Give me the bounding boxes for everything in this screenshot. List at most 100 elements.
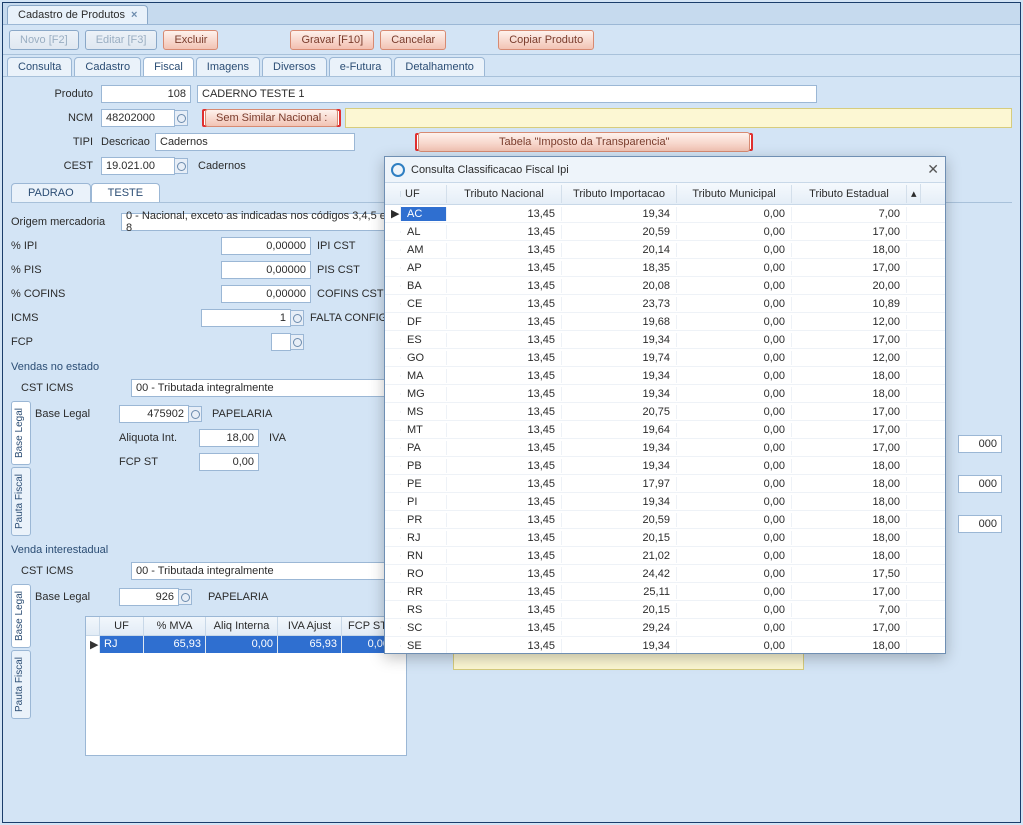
- inner-tab-padrao[interactable]: PADRAO: [11, 183, 91, 202]
- grid-col-nac[interactable]: Tributo Nacional: [447, 185, 562, 203]
- cest-lookup-icon[interactable]: [174, 158, 188, 174]
- sem-similar-button[interactable]: Sem Similar Nacional :: [205, 109, 338, 127]
- editar-button[interactable]: Editar [F3]: [85, 30, 158, 50]
- subtab-diversos[interactable]: Diversos: [262, 57, 327, 76]
- window-tab-cadastro-produtos[interactable]: Cadastro de Produtos ×: [7, 5, 148, 24]
- grid-cell: AL: [401, 225, 447, 239]
- icms-lookup-icon[interactable]: [290, 310, 304, 326]
- record-subtabs: Consulta Cadastro Fiscal Imagens Diverso…: [3, 55, 1020, 77]
- grid-cell: 13,45: [447, 387, 562, 401]
- grid-cell: 24,42: [562, 567, 677, 581]
- modal-titlebar[interactable]: Consulta Classificacao Fiscal Ipi ✕: [385, 157, 945, 183]
- subtab-efutura[interactable]: e-Futura: [329, 57, 393, 76]
- grid-row[interactable]: SC13,4529,240,0017,00: [385, 619, 945, 637]
- vi-uf-table[interactable]: UF % MVA Aliq Interna IVA Ajust FCP ST ▶…: [85, 616, 407, 756]
- grid-row[interactable]: MA13,4519,340,0018,00: [385, 367, 945, 385]
- vi-baselegal-lookup-icon[interactable]: [178, 589, 192, 605]
- grid-col-est[interactable]: Tributo Estadual: [792, 185, 907, 203]
- novo-button[interactable]: Novo [F2]: [9, 30, 79, 50]
- origem-input[interactable]: 0 - Nacional, exceto as indicadas nos có…: [121, 213, 393, 231]
- ve-cst-input[interactable]: 00 - Tributada integralmente: [131, 379, 391, 397]
- ve-baselegal-lookup-icon[interactable]: [188, 406, 202, 422]
- grid-row[interactable]: RR13,4525,110,0017,00: [385, 583, 945, 601]
- ve-side-pautafiscal[interactable]: Pauta Fiscal: [11, 467, 31, 536]
- grid-cell: 29,24: [562, 621, 677, 635]
- ncm-lookup-icon[interactable]: [174, 110, 188, 126]
- grid-col-uf[interactable]: UF: [401, 185, 447, 203]
- icms-input[interactable]: 1: [201, 309, 291, 327]
- inner-tab-teste[interactable]: TESTE: [91, 183, 160, 202]
- grid-row[interactable]: RS13,4520,150,007,00: [385, 601, 945, 619]
- fr-val-1[interactable]: 000: [958, 475, 1002, 493]
- cest-input[interactable]: 19.021.00: [101, 157, 175, 175]
- fr-val-0[interactable]: 000: [958, 435, 1002, 453]
- subtab-imagens[interactable]: Imagens: [196, 57, 260, 76]
- grid-row[interactable]: AP13,4518,350,0017,00: [385, 259, 945, 277]
- grid-row[interactable]: ▶AC13,4519,340,007,00: [385, 205, 945, 223]
- fcp-input[interactable]: [271, 333, 291, 351]
- grid-row[interactable]: RN13,4521,020,0018,00: [385, 547, 945, 565]
- grid-row[interactable]: AM13,4520,140,0018,00: [385, 241, 945, 259]
- vi-side-pautafiscal[interactable]: Pauta Fiscal: [11, 650, 31, 719]
- ncm-input[interactable]: 48202000: [101, 109, 175, 127]
- grid-row[interactable]: MT13,4519,640,0017,00: [385, 421, 945, 439]
- grid-row[interactable]: AL13,4520,590,0017,00: [385, 223, 945, 241]
- cofins-pct-input[interactable]: 0,00000: [221, 285, 311, 303]
- tabela-transparencia-button[interactable]: Tabela "Imposto da Transparencia": [418, 132, 750, 152]
- grid-row[interactable]: PB13,4519,340,0018,00: [385, 457, 945, 475]
- grid-row[interactable]: MS13,4520,750,0017,00: [385, 403, 945, 421]
- grid-cell: 0,00: [677, 333, 792, 347]
- gravar-button[interactable]: Gravar [F10]: [290, 30, 374, 50]
- grid-row[interactable]: ES13,4519,340,0017,00: [385, 331, 945, 349]
- cancelar-button[interactable]: Cancelar: [380, 30, 446, 50]
- subtab-consulta[interactable]: Consulta: [7, 57, 72, 76]
- grid-cell: 18,00: [792, 549, 907, 563]
- pis-pct-input[interactable]: 0,00000: [221, 261, 311, 279]
- grid-row[interactable]: RJ13,4520,150,0018,00: [385, 529, 945, 547]
- grid-col-mun[interactable]: Tributo Municipal: [677, 185, 792, 203]
- subtab-cadastro[interactable]: Cadastro: [74, 57, 141, 76]
- grid-row[interactable]: CE13,4523,730,0010,89: [385, 295, 945, 313]
- grid-cell: 7,00: [792, 207, 907, 221]
- modal-close-icon[interactable]: ✕: [927, 161, 939, 178]
- grid-row[interactable]: GO13,4519,740,0012,00: [385, 349, 945, 367]
- close-tab-icon[interactable]: ×: [131, 9, 137, 21]
- fr-val-2[interactable]: 000: [958, 515, 1002, 533]
- grid-row[interactable]: PA13,4519,340,0017,00: [385, 439, 945, 457]
- tipi-desc[interactable]: Cadernos: [155, 133, 355, 151]
- vi-table-row[interactable]: ▶ RJ 65,93 0,00 65,93 0,00: [86, 636, 406, 653]
- ve-fcpst-input[interactable]: 0,00: [199, 453, 259, 471]
- grid-cell: 13,45: [447, 567, 562, 581]
- ipi-pct-input[interactable]: 0,00000: [221, 237, 311, 255]
- vi-cst-input[interactable]: 00 - Tributada integralmente: [131, 562, 391, 580]
- subtab-detalhamento[interactable]: Detalhamento: [394, 57, 485, 76]
- grid-row[interactable]: PE13,4517,970,0018,00: [385, 475, 945, 493]
- grid-body[interactable]: ▶AC13,4519,340,007,00AL13,4520,590,0017,…: [385, 205, 945, 653]
- subtab-fiscal[interactable]: Fiscal: [143, 57, 194, 76]
- grid-cell: MT: [401, 423, 447, 437]
- produto-name[interactable]: CADERNO TESTE 1: [197, 85, 817, 103]
- grid-cell: MG: [401, 387, 447, 401]
- copiar-produto-button[interactable]: Copiar Produto: [498, 30, 594, 50]
- ve-side-baselegal[interactable]: Base Legal: [11, 401, 31, 465]
- grid-row[interactable]: BA13,4520,080,0020,00: [385, 277, 945, 295]
- grid-col-imp[interactable]: Tributo Importacao: [562, 185, 677, 203]
- grid-row[interactable]: PR13,4520,590,0018,00: [385, 511, 945, 529]
- grid-row[interactable]: SE13,4519,340,0018,00: [385, 637, 945, 653]
- grid-row[interactable]: DF13,4519,680,0012,00: [385, 313, 945, 331]
- grid-cell: 7,00: [792, 603, 907, 617]
- grid-cell: 13,45: [447, 351, 562, 365]
- ve-aliq-input[interactable]: 18,00: [199, 429, 259, 447]
- grid-row[interactable]: PI13,4519,340,0018,00: [385, 493, 945, 511]
- vi-side-baselegal[interactable]: Base Legal: [11, 584, 31, 648]
- fcp-lookup-icon[interactable]: [290, 334, 304, 350]
- grid-row[interactable]: RO13,4524,420,0017,50: [385, 565, 945, 583]
- produto-code[interactable]: 108: [101, 85, 191, 103]
- vi-baselegal-input[interactable]: 926: [119, 588, 179, 606]
- grid-row[interactable]: MG13,4519,340,0018,00: [385, 385, 945, 403]
- modal-title: Consulta Classificacao Fiscal Ipi: [411, 164, 569, 176]
- grid-cell: 13,45: [447, 477, 562, 491]
- grid-cell: 13,45: [447, 585, 562, 599]
- excluir-button[interactable]: Excluir: [163, 30, 218, 50]
- ve-baselegal-input[interactable]: 475902: [119, 405, 189, 423]
